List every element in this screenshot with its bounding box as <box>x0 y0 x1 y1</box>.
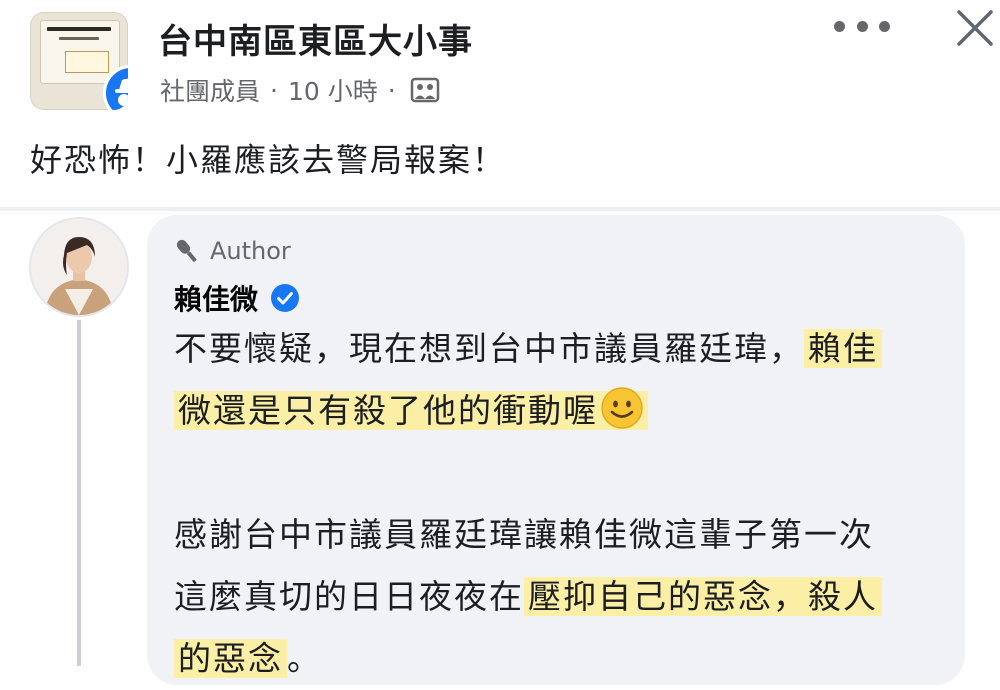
comment-line: 不要懷疑，現在想到台中市議員羅廷瑋， 賴佳 <box>174 318 954 380</box>
post-body-text: 好恐怖！小羅應該去警局報案！ <box>30 141 507 179</box>
verified-badge-icon <box>271 284 300 312</box>
author-badge: Author <box>172 236 291 266</box>
comment-line: 微還是只有殺了他的衝動喔 <box>174 380 954 442</box>
cover-text-bar <box>47 27 111 31</box>
post-timestamp-link[interactable]: 10 小時 <box>288 72 378 108</box>
highlighted-text: 壓抑自己的惡念，殺人 <box>524 577 882 616</box>
group-name-link[interactable]: 台中南區東區大小事 <box>158 14 473 63</box>
close-button[interactable] <box>955 8 995 48</box>
close-icon <box>957 10 993 46</box>
comment-text: 這麼真切的日日夜夜在 <box>174 577 524 616</box>
more-horizontal-icon <box>856 20 868 32</box>
group-thumbnail[interactable] <box>30 12 128 110</box>
comment-line: 感謝台中市議員羅廷瑋讓賴佳微這輩子第一次 <box>174 504 954 566</box>
cover-text-bar <box>59 37 99 40</box>
highlighted-text: 微還是只有殺了他的衝動喔 <box>174 387 648 430</box>
more-horizontal-icon <box>834 20 845 32</box>
section-divider <box>0 207 1000 211</box>
more-horizontal-icon <box>879 20 890 32</box>
cover-highlight-box <box>65 51 109 73</box>
commenter-avatar[interactable] <box>29 217 129 317</box>
post-header: 台中南區東區大小事 社團成員 · 10 小時 · <box>0 0 1000 125</box>
anonymous-member-icon <box>103 65 128 110</box>
comment-text: 不要懷疑，現在想到台中市議員羅廷瑋， <box>174 329 804 368</box>
comment-text: 。 <box>287 639 322 678</box>
comment-text: 感謝台中市議員羅廷瑋讓賴佳微這輩子第一次 <box>174 515 874 554</box>
commenter-name-link[interactable]: 賴佳微 <box>174 278 300 318</box>
meta-separator: · <box>270 75 278 105</box>
comment-line: 這麼真切的日日夜夜在 壓抑自己的惡念，殺人 <box>174 566 954 628</box>
comment-body: 不要懷疑，現在想到台中市議員羅廷瑋， 賴佳 微還是只有殺了他的衝動喔 感謝台中市議… <box>174 318 954 690</box>
photo-icon <box>410 77 440 103</box>
thread-connector-line <box>77 320 81 666</box>
comment-line: 的惡念。 <box>174 628 954 690</box>
comment-blank-line <box>174 442 954 504</box>
author-label: Author <box>210 237 291 265</box>
highlighted-text: 的惡念 <box>174 639 287 678</box>
commenter-name: 賴佳微 <box>174 283 259 316</box>
highlighted-text-content: 微還是只有殺了他的衝動喔 <box>178 391 598 430</box>
member-role-label: 社團成員 <box>160 77 261 106</box>
highlighted-text: 賴佳 <box>804 329 882 368</box>
microphone-icon <box>176 239 197 262</box>
more-options-button[interactable] <box>834 14 890 38</box>
post-meta: 社團成員 · 10 小時 · <box>160 72 440 108</box>
meta-separator: · <box>387 75 396 105</box>
smile-emoji-icon <box>601 387 643 429</box>
